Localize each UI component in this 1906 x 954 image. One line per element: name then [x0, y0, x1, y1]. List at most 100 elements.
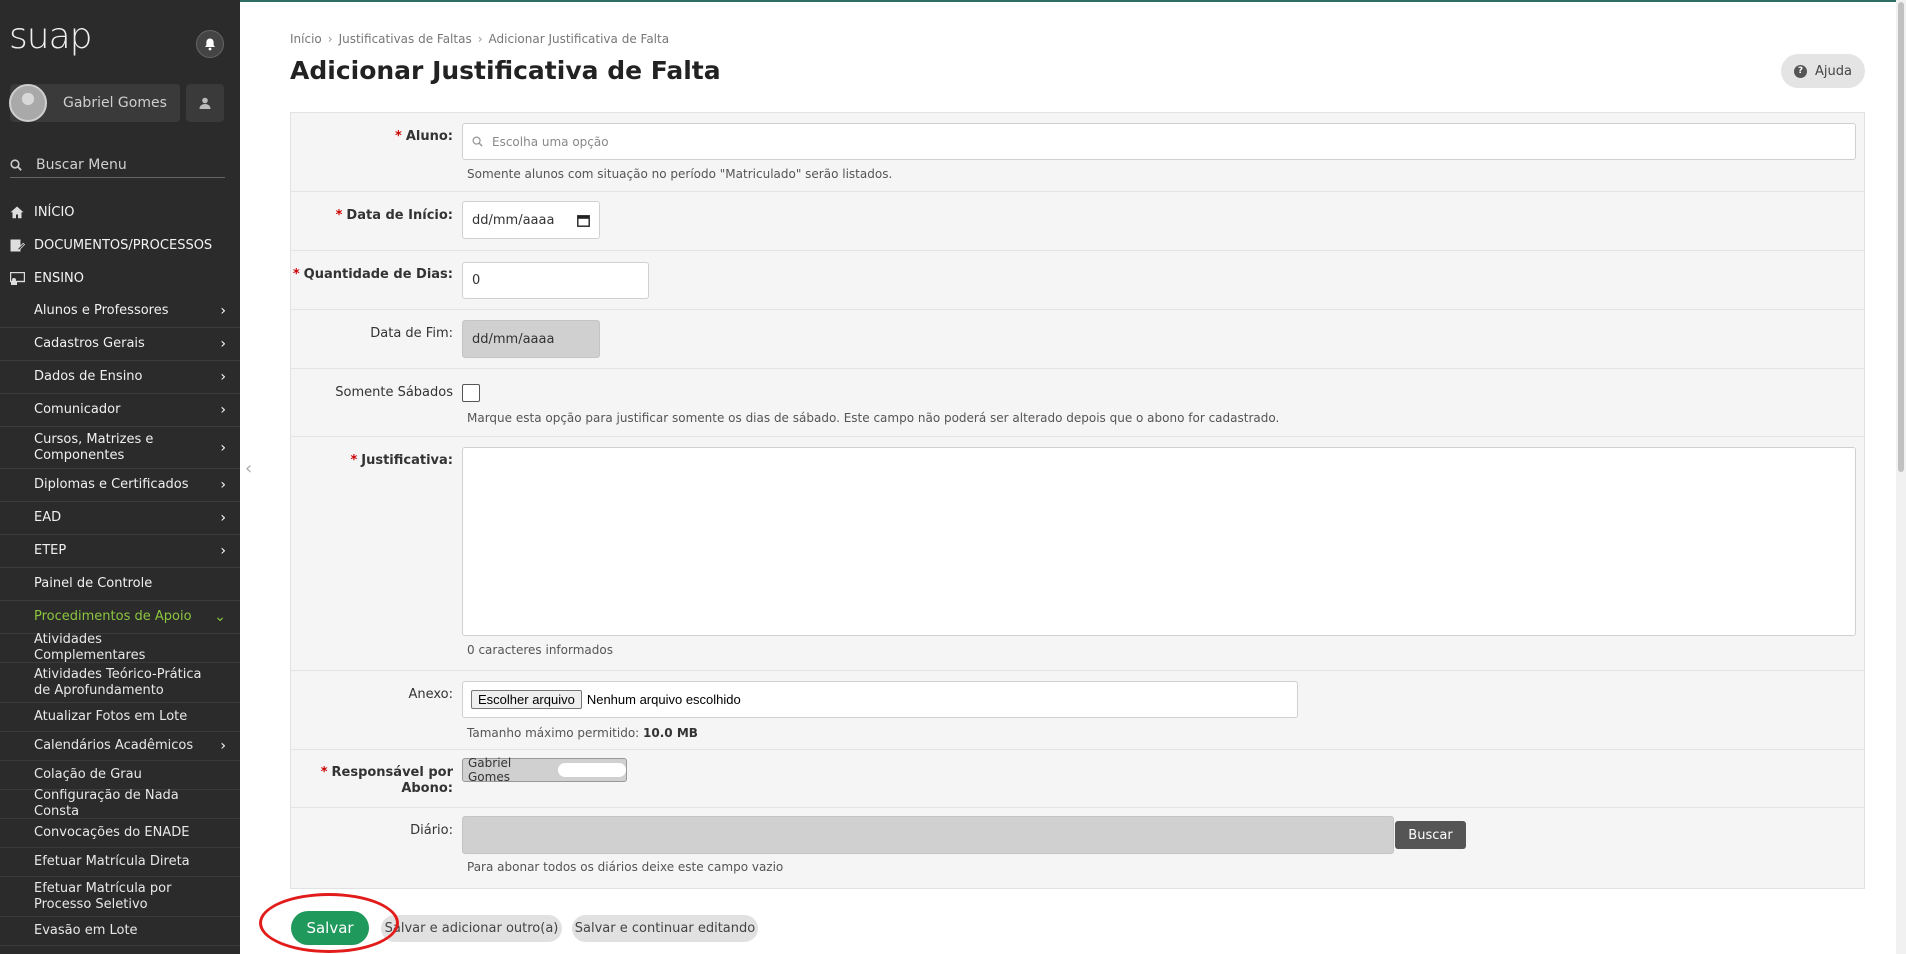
- teaching-icon: [10, 272, 26, 286]
- menu-procedimentos-apoio[interactable]: Procedimentos de Apoio ⌄: [0, 601, 240, 634]
- diario-label: Diário:: [410, 823, 453, 838]
- anexo-file-input[interactable]: Escolher arquivo Nenhum arquivo escolhid…: [462, 681, 1298, 718]
- quantidade-input[interactable]: 0: [462, 262, 649, 299]
- chevron-right-icon: ›: [220, 543, 226, 559]
- menu-atividades-teorico-pratica[interactable]: Atividades Teórico-Prática de Aprofundam…: [0, 663, 240, 703]
- aluno-placeholder: Escolha uma opção: [492, 134, 609, 149]
- row-somente-sabados: Somente Sábados Marque esta opção para j…: [291, 369, 1864, 437]
- chevron-right-icon: ›: [220, 369, 226, 385]
- menu-dados-ensino[interactable]: Dados de Ensino ›: [0, 361, 240, 394]
- user-profile[interactable]: Gabriel Gomes: [9, 84, 180, 122]
- redacted-block: [558, 763, 626, 777]
- page-title: Adicionar Justificativa de Falta: [290, 56, 721, 85]
- row-anexo: Anexo: Escolher arquivo Nenhum arquivo e…: [291, 671, 1864, 750]
- choose-file-button[interactable]: Escolher arquivo: [471, 690, 582, 709]
- collapse-sidebar-icon[interactable]: ‹: [245, 458, 252, 479]
- chevron-right-icon: ›: [220, 336, 226, 352]
- question-icon: ?: [1794, 64, 1808, 78]
- aluno-select[interactable]: Escolha uma opção: [462, 123, 1856, 160]
- menu-item-inicio[interactable]: INÍCIO: [0, 196, 240, 229]
- chevron-right-icon: ›: [220, 738, 226, 754]
- breadcrumb-link-inicio[interactable]: Início: [290, 32, 322, 46]
- save-add-another-button[interactable]: Salvar e adicionar outro(a): [381, 915, 562, 942]
- home-icon: [10, 206, 26, 220]
- chevron-right-icon: ›: [220, 303, 226, 319]
- data-inicio-label: * Data de Início:: [335, 208, 453, 223]
- save-continue-button[interactable]: Salvar e continuar editando: [572, 915, 758, 942]
- calendar-icon[interactable]: [577, 214, 590, 227]
- data-fim-label: Data de Fim:: [370, 326, 453, 341]
- search-icon: [10, 158, 22, 171]
- sidebar: suap Gabriel Gomes Buscar Menu INÍCIO DO…: [0, 0, 240, 954]
- somente-sabados-label: Somente Sábados: [335, 385, 453, 400]
- row-responsavel: * Responsável por Abono: Gabriel Gomes: [291, 750, 1864, 808]
- user-name: Gabriel Gomes: [63, 95, 167, 111]
- anexo-label: Anexo:: [408, 687, 453, 702]
- row-justificativa: * Justificativa: 0 caracteres informados: [291, 437, 1864, 671]
- menu-cursos-matrizes[interactable]: Cursos, Matrizes e Componentes ›: [0, 427, 240, 469]
- responsavel-field: Gabriel Gomes: [462, 756, 627, 784]
- menu-alunos-professores[interactable]: Alunos e Professores ›: [0, 295, 240, 328]
- diario-help: Para abonar todos os diários deixe este …: [467, 860, 784, 874]
- chevron-right-icon: ›: [220, 439, 226, 456]
- row-data-fim: Data de Fim: dd/mm/aaaa: [291, 310, 1864, 369]
- menu-painel-controle[interactable]: Painel de Controle: [0, 568, 240, 601]
- justificativa-form: * Aluno: Escolha uma opção Somente alunos…: [290, 112, 1865, 889]
- main-menu: INÍCIO DOCUMENTOS/PROCESSOS ENSINO Aluno…: [0, 196, 240, 946]
- anexo-help: Tamanho máximo permitido: 10.0 MB: [467, 726, 698, 740]
- menu-matricula-processo[interactable]: Efetuar Matrícula por Processo Seletivo: [0, 877, 240, 917]
- quantidade-label: * Quantidade de Dias:: [292, 267, 453, 282]
- page-scrollbar[interactable]: [1896, 0, 1906, 954]
- row-diario: Diário: Buscar Para abonar todos os diár…: [291, 808, 1864, 888]
- avatar: [9, 84, 47, 122]
- breadcrumb: Início › Justificativas de Faltas › Adiciona…: [290, 32, 670, 46]
- search-icon: [472, 136, 483, 147]
- row-data-inicio: * Data de Início: dd/mm/aaaa: [291, 192, 1864, 251]
- document-edit-icon: [10, 239, 26, 253]
- buscar-diario-button[interactable]: Buscar: [1395, 821, 1466, 849]
- help-button[interactable]: ? Ajuda: [1781, 54, 1865, 88]
- data-fim-input: dd/mm/aaaa: [462, 320, 600, 358]
- menu-evasao-lote[interactable]: Evasão em Lote: [0, 917, 240, 946]
- menu-search[interactable]: Buscar Menu: [10, 152, 225, 178]
- menu-calendarios[interactable]: Calendários Acadêmicos ›: [0, 732, 240, 761]
- breadcrumb-link-justificativas[interactable]: Justificativas de Faltas: [339, 32, 472, 46]
- breadcrumb-current: Adicionar Justificativa de Falta: [488, 32, 670, 46]
- responsavel-label: * Responsável por Abono:: [320, 765, 453, 796]
- menu-convocacoes-enade[interactable]: Convocações do ENADE: [0, 819, 240, 848]
- top-accent-line: [0, 0, 1906, 2]
- user-menu-button[interactable]: [186, 84, 224, 122]
- user-icon: [199, 97, 211, 109]
- app-logo[interactable]: suap: [9, 16, 92, 57]
- chevron-right-icon: ›: [220, 477, 226, 493]
- menu-diplomas[interactable]: Diplomas e Certificados ›: [0, 469, 240, 502]
- menu-matricula-direta[interactable]: Efetuar Matrícula Direta: [0, 848, 240, 877]
- scrollbar-thumb[interactable]: [1898, 2, 1904, 472]
- menu-atualizar-fotos[interactable]: Atualizar Fotos em Lote: [0, 703, 240, 732]
- menu-item-documentos[interactable]: DOCUMENTOS/PROCESSOS: [0, 229, 240, 262]
- menu-etep[interactable]: ETEP ›: [0, 535, 240, 568]
- row-aluno: * Aluno: Escolha uma opção Somente alunos…: [291, 113, 1864, 192]
- menu-item-ensino[interactable]: ENSINO: [0, 262, 240, 295]
- menu-nada-consta[interactable]: Configuração de Nada Consta: [0, 788, 240, 819]
- chevron-right-icon: ›: [220, 510, 226, 526]
- search-input[interactable]: Buscar Menu: [36, 157, 127, 173]
- somente-sabados-help: Marque esta opção para justificar soment…: [467, 411, 1280, 425]
- justificativa-textarea[interactable]: [462, 447, 1856, 636]
- highlight-circle-annotation: [259, 893, 399, 953]
- diario-field: [462, 816, 1394, 854]
- menu-comunicador[interactable]: Comunicador ›: [0, 394, 240, 427]
- aluno-label: * Aluno:: [395, 129, 453, 144]
- data-inicio-input[interactable]: dd/mm/aaaa: [462, 201, 600, 239]
- somente-sabados-checkbox[interactable]: [462, 384, 480, 402]
- chevron-right-icon: ›: [220, 402, 226, 418]
- menu-colacao-grau[interactable]: Colação de Grau: [0, 761, 240, 790]
- justificativa-char-count: 0 caracteres informados: [467, 643, 613, 657]
- row-quantidade: * Quantidade de Dias: 0: [291, 251, 1864, 310]
- justificativa-label: * Justificativa:: [350, 453, 453, 468]
- menu-ead[interactable]: EAD ›: [0, 502, 240, 535]
- notifications-bell-icon[interactable]: [196, 30, 224, 58]
- menu-atividades-complementares[interactable]: Atividades Complementares: [0, 632, 240, 663]
- menu-cadastros-gerais[interactable]: Cadastros Gerais ›: [0, 328, 240, 361]
- chevron-down-icon: ⌄: [214, 609, 226, 625]
